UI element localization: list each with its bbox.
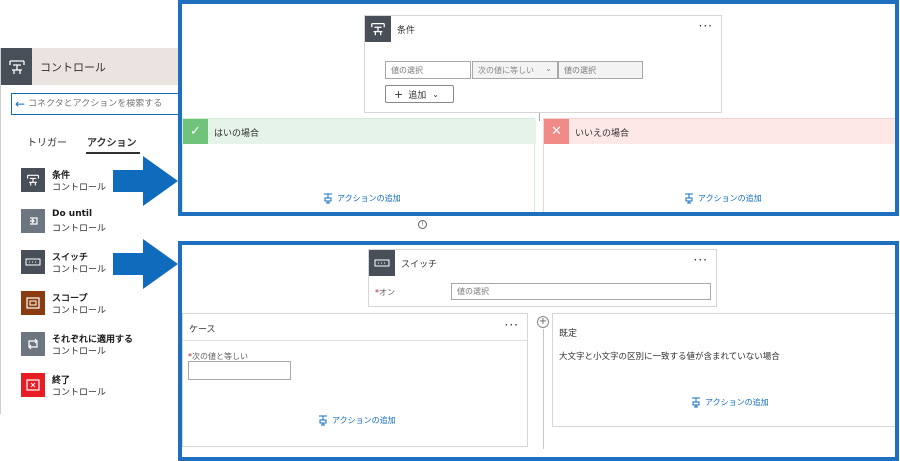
yes-branch-label: はいの場合 [214,129,260,139]
condition-value2-field[interactable]: 値の選択 [558,61,643,79]
divider [183,340,527,341]
action-item-scope[interactable]: スコープ コントロール [21,289,171,319]
case-value-field[interactable] [188,361,291,380]
add-action-label: アクションの追加 [698,194,762,203]
add-action-label: アクションの追加 [332,416,396,425]
action-item-terminate[interactable]: 終了 コントロール [21,371,171,401]
case-title: ケース [189,325,216,335]
switch-title: スイッチ [401,260,438,270]
control-icon [1,48,32,85]
add-action-icon [692,397,700,408]
loop-icon [21,209,45,233]
arrow-right-icon [113,239,178,289]
add-action-icon [685,193,693,204]
switch-icon [369,250,395,276]
close-icon: ✕ [544,119,569,144]
chevron-down-icon: ⌄ [545,64,552,73]
terminate-icon [21,373,45,397]
add-action-label: アクションの追加 [337,194,401,203]
more-options-icon[interactable]: ··· [505,318,519,332]
default-description: 大文字と小文字の区別に一致する値が含まれていない場合 [559,352,780,362]
panel-title: コントロール [40,61,106,74]
add-action-label: アクションの追加 [705,398,769,407]
connector-line [543,329,544,449]
info-icon[interactable]: ! [418,220,427,229]
no-branch-label: いいえの場合 [575,129,630,139]
switch-on-field[interactable]: 値の選択 [451,283,711,300]
yes-branch[interactable]: ✓ はいの場合 アクションの追加 [182,118,536,212]
more-options-icon[interactable]: ··· [699,19,713,33]
chevron-down-icon: ⌄ [432,89,439,99]
switch-card-header[interactable]: スイッチ ··· [369,250,716,276]
action-item-sub: コントロール [52,388,107,398]
condition-frame: 条件 ··· 値の選択 次の値に等しい ⌄ 値の選択 + 追加 ⌄ ✓ はいの場… [178,0,899,216]
scope-icon [21,291,45,315]
on-label: *オン [375,288,395,297]
action-item-sub: コントロール [52,265,107,275]
add-action-link[interactable]: アクションの追加 [684,193,762,204]
search-box[interactable]: ← [11,93,183,115]
search-input[interactable] [28,99,178,109]
default-title: 既定 [559,329,578,339]
arrow-right-icon [113,156,178,206]
action-item-sub: コントロール [52,306,107,316]
more-options-icon[interactable]: ··· [694,253,708,267]
no-branch-header: ✕ いいえの場合 [544,119,895,144]
action-item-do-until[interactable]: Do until コントロール [21,207,171,237]
add-action-link[interactable]: アクションの追加 [691,397,769,408]
condition-icon [365,16,391,42]
add-action-link[interactable]: アクションの追加 [323,193,401,204]
condition-card[interactable]: 条件 ··· 値の選択 次の値に等しい ⌄ 値の選択 + 追加 ⌄ [364,15,722,113]
add-case-button[interactable]: + [537,316,549,328]
connector-line [539,113,540,121]
action-item-apply-to-each[interactable]: それぞれに適用する コントロール [21,330,171,360]
back-arrow-icon[interactable]: ← [12,97,28,111]
default-card[interactable]: 既定 大文字と小文字の区別に一致する値が含まれていない場合 アクションの追加 [552,313,895,427]
yes-branch-header: ✓ はいの場合 [183,119,536,144]
add-button-label: 追加 [408,90,427,101]
action-item-sub: コントロール [52,224,107,234]
switch-card[interactable]: スイッチ ··· *オン 値の選択 [368,249,717,307]
condition-card-header[interactable]: 条件 ··· [365,16,721,42]
check-icon: ✓ [183,119,208,144]
operator-label: 次の値に等しい [478,66,534,75]
condition-icon [21,168,45,192]
action-item-sub: コントロール [52,183,107,193]
action-picker-panel: コントロール ← トリガー アクション 条件 コントロール Do until コ… [0,48,183,414]
switch-icon [21,250,45,274]
add-action-link[interactable]: アクションの追加 [318,415,396,426]
plus-icon: + [394,87,404,101]
condition-operator-select[interactable]: 次の値に等しい ⌄ [472,61,558,79]
condition-title: 条件 [397,26,416,36]
add-button[interactable]: + 追加 ⌄ [385,85,454,103]
condition-value1-field[interactable]: 値の選択 [385,61,471,79]
case-card[interactable]: ケース ··· *次の値と等しい アクションの追加 [182,313,528,447]
tab-trigger[interactable]: トリガー [27,134,67,149]
no-branch[interactable]: ✕ いいえの場合 アクションの追加 [543,118,895,212]
tab-underline [86,152,140,154]
switch-frame: スイッチ ··· *オン 値の選択 ケース ··· *次の値と等しい アクション… [178,241,899,461]
add-action-icon [319,415,327,426]
action-item-name: Do until [52,209,93,219]
tab-action[interactable]: アクション [87,134,137,149]
repeat-icon [21,332,45,356]
action-item-sub: コントロール [52,347,107,357]
add-action-icon [324,193,332,204]
panel-header: コントロール [1,48,179,85]
